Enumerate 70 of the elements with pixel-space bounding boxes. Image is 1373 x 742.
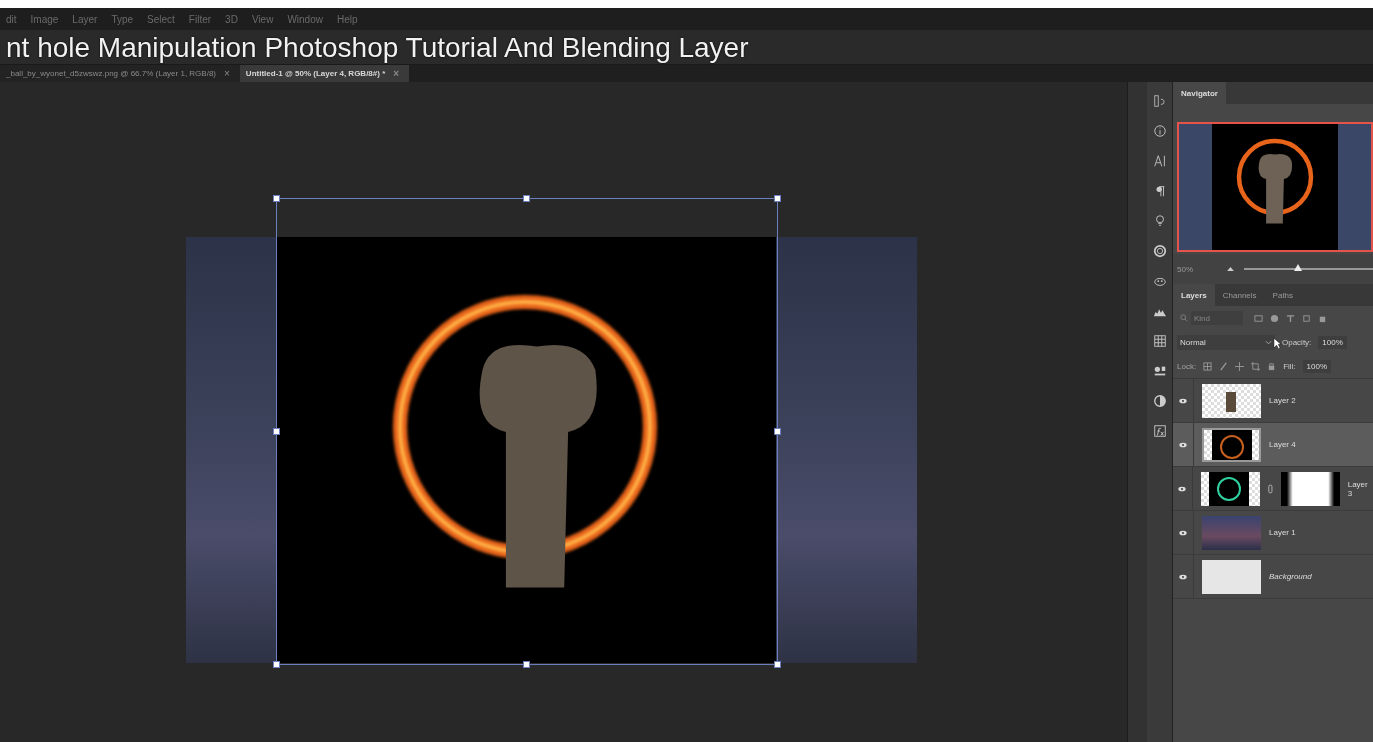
document-tab[interactable]: Untitled-1 @ 50% (Layer 4, RGB/8#) * × — [239, 65, 410, 82]
info-icon[interactable] — [1152, 124, 1167, 138]
search-icon — [1180, 314, 1188, 322]
layer-name: Layer 4 — [1269, 440, 1296, 449]
menu-item[interactable]: Select — [147, 13, 175, 25]
brush-icon[interactable] — [1219, 361, 1229, 371]
panel-tab[interactable]: Paths — [1264, 284, 1302, 306]
layer-name: Layer 3 — [1347, 479, 1369, 498]
eye-icon[interactable] — [1179, 529, 1187, 536]
layer-thumbnail — [1202, 515, 1261, 550]
close-icon[interactable]: × — [224, 68, 230, 79]
layer-thumbnail — [1202, 383, 1261, 418]
zoom-slider-thumb[interactable] — [1294, 264, 1303, 271]
opacity-label: Opacity: — [1282, 337, 1312, 347]
styles-icon[interactable] — [1152, 424, 1167, 438]
character-icon[interactable] — [1152, 154, 1167, 168]
layer-row[interactable]: Background — [1173, 555, 1373, 599]
panel-tab[interactable]: Channels — [1214, 284, 1265, 306]
caret-icon — [1265, 339, 1272, 345]
eye-icon[interactable] — [1179, 441, 1187, 448]
video-title: nt hole Manipulation Photoshop Tutorial And Blending Layer — [6, 32, 749, 64]
document-tab[interactable]: _ball_by_wyonet_d5zwswz.png @ 66.7% (Layer 1, RGB/8) × — [0, 65, 240, 82]
swatch-icon[interactable] — [1152, 364, 1167, 378]
eye-icon[interactable] — [1179, 397, 1187, 404]
blend-mode-dropdown[interactable]: Normal — [1177, 334, 1275, 350]
layer-name: Layer 2 — [1269, 396, 1296, 405]
mask-thumbnail — [1280, 471, 1340, 506]
menu-item[interactable]: Type — [111, 13, 134, 25]
menu-item[interactable]: Filter — [188, 13, 212, 25]
lock-label: Lock: — [1177, 361, 1197, 371]
artboard-icon[interactable] — [1251, 361, 1261, 371]
eye-icon[interactable] — [1178, 485, 1187, 492]
close-icon[interactable]: × — [393, 68, 400, 79]
filter-field[interactable]: Kind — [1191, 311, 1243, 325]
layer-thumbnail — [1202, 427, 1261, 462]
menu-item[interactable]: View — [251, 13, 274, 25]
zoom-value: 50% — [1177, 264, 1194, 274]
history-icon[interactable] — [1152, 94, 1167, 108]
layer-thumbnail — [1200, 471, 1260, 506]
menu-item[interactable]: Image — [30, 13, 59, 25]
layer-row[interactable]: Layer 2 — [1173, 379, 1373, 423]
fill-field[interactable]: 100% — [1302, 359, 1332, 373]
panel-tab[interactable]: Layers — [1173, 284, 1215, 306]
layer-row[interactable]: Layer 4 — [1173, 423, 1373, 467]
grid-icon[interactable] — [1152, 334, 1167, 348]
tab-label: _ball_by_wyonet_d5zwswz.png @ 66.7% (Layer 1, RGB/8) — [6, 69, 216, 78]
navigator-tab[interactable]: Navigator — [1173, 82, 1226, 104]
lock-icon[interactable] — [1267, 361, 1277, 371]
menu-item[interactable]: dit — [6, 13, 17, 25]
tab-label: Untitled-1 @ 50% (Layer 4, RGB/8#) * — [245, 69, 386, 78]
cursor-icon — [1273, 337, 1282, 350]
layer-thumbnail — [1202, 559, 1261, 594]
layer-name: Layer 1 — [1269, 528, 1296, 537]
menu-item[interactable]: Help — [336, 13, 358, 25]
adjustment-icon[interactable] — [1152, 394, 1167, 408]
lock-pixels-icon[interactable] — [1203, 361, 1213, 371]
link-icon[interactable] — [1267, 483, 1273, 494]
fill-label: Fill: — [1283, 361, 1296, 371]
menu-item[interactable]: 3D — [225, 13, 238, 25]
adjustment-filter-icon[interactable] — [1270, 313, 1279, 323]
layer-row[interactable]: Layer 1 — [1173, 511, 1373, 555]
type-filter-icon[interactable] — [1286, 313, 1295, 323]
move-icon[interactable] — [1235, 361, 1245, 371]
layer-name: Background — [1269, 572, 1312, 581]
small-mountain-icon — [1227, 267, 1234, 271]
eye-icon[interactable] — [1179, 573, 1187, 580]
opacity-field[interactable]: 100% — [1318, 335, 1347, 349]
menu-item[interactable]: Window — [287, 13, 323, 25]
menu-item[interactable]: Layer — [72, 13, 98, 25]
layer-row[interactable]: Layer 3 — [1173, 467, 1373, 511]
